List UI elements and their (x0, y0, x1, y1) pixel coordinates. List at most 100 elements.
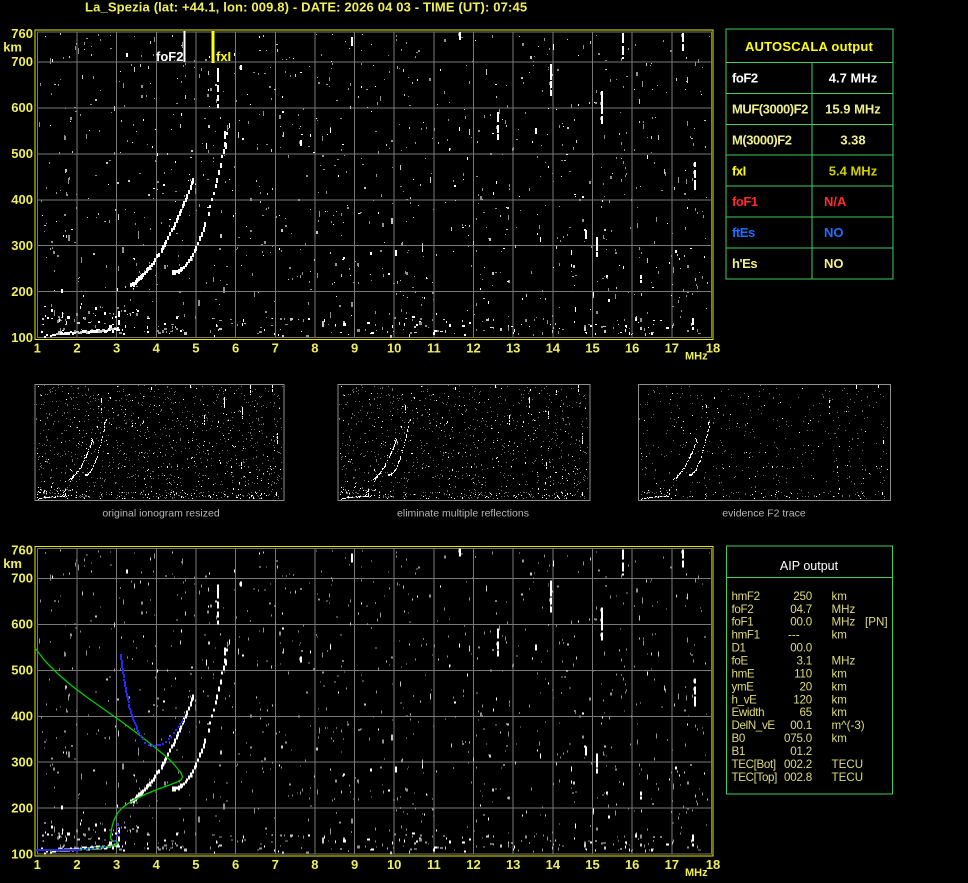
svg-text:D1: D1 (732, 642, 746, 655)
svg-text:600: 600 (11, 100, 33, 115)
svg-text:002.8: 002.8 (784, 771, 812, 784)
svg-text:04.7: 04.7 (790, 603, 812, 616)
svg-text:AUTOSCALA output: AUTOSCALA output (745, 39, 874, 54)
svg-text:MHz: MHz (832, 655, 856, 668)
svg-text:MHz: MHz (832, 603, 856, 616)
svg-text:h'Es: h'Es (732, 256, 757, 271)
svg-text:foF2: foF2 (732, 603, 754, 616)
svg-text:15.9 MHz: 15.9 MHz (825, 102, 881, 117)
svg-text:6: 6 (232, 341, 239, 356)
svg-text:TEC[Top]: TEC[Top] (732, 771, 778, 784)
svg-text:65: 65 (800, 706, 813, 719)
svg-text:NO: NO (824, 225, 844, 240)
svg-text:14: 14 (546, 341, 561, 356)
svg-text:DelN_vE: DelN_vE (732, 719, 776, 732)
svg-text:3: 3 (113, 341, 120, 356)
svg-text:9: 9 (351, 857, 358, 872)
svg-text:400: 400 (11, 709, 33, 724)
svg-text:km: km (832, 732, 847, 745)
svg-text:hmF2: hmF2 (732, 590, 760, 603)
svg-text:h_vE: h_vE (732, 693, 758, 706)
svg-text:3: 3 (113, 857, 120, 872)
svg-text:16: 16 (625, 341, 639, 356)
svg-text:100: 100 (11, 846, 33, 861)
svg-text:7: 7 (272, 857, 279, 872)
svg-text:11: 11 (427, 341, 441, 356)
svg-text:hmF1: hmF1 (732, 629, 760, 642)
svg-text:700: 700 (11, 54, 33, 69)
svg-text:17: 17 (665, 341, 679, 356)
svg-text:eliminate multiple reflections: eliminate multiple reflections (397, 508, 529, 520)
svg-text:600: 600 (11, 617, 33, 632)
svg-text:km: km (832, 706, 847, 719)
svg-text:3.1: 3.1 (796, 655, 812, 668)
svg-text:TECU: TECU (832, 758, 864, 771)
svg-text:13: 13 (506, 341, 520, 356)
svg-text:---: --- (788, 629, 800, 642)
svg-text:fxI: fxI (216, 49, 231, 64)
svg-text:km: km (832, 680, 847, 693)
svg-text:4: 4 (153, 341, 161, 356)
svg-text:9: 9 (351, 341, 358, 356)
svg-text:evidence F2 trace: evidence F2 trace (722, 508, 806, 520)
svg-text:km: km (832, 667, 847, 680)
svg-text:10: 10 (387, 341, 401, 356)
svg-text:00.0: 00.0 (790, 616, 812, 629)
svg-text:00.0: 00.0 (790, 642, 812, 655)
svg-text:MUF(3000)F2: MUF(3000)F2 (732, 102, 808, 117)
svg-text:11: 11 (427, 857, 441, 872)
svg-text:km: km (832, 629, 847, 642)
svg-text:foF1: foF1 (732, 194, 758, 209)
svg-text:2: 2 (73, 857, 80, 872)
svg-text:10: 10 (387, 857, 401, 872)
svg-text:5: 5 (192, 857, 199, 872)
svg-text:075.0: 075.0 (784, 732, 812, 745)
svg-text:300: 300 (11, 754, 33, 769)
svg-text:m^(-3): m^(-3) (832, 719, 865, 732)
svg-text:MHz: MHz (685, 351, 708, 363)
svg-text:NO: NO (824, 256, 844, 271)
svg-text:3.38: 3.38 (840, 132, 865, 147)
svg-text:5: 5 (192, 341, 199, 356)
svg-text:17: 17 (665, 857, 679, 872)
svg-text:100: 100 (11, 330, 33, 345)
svg-text:7: 7 (272, 341, 279, 356)
svg-text:110: 110 (794, 667, 812, 680)
svg-text:002.2: 002.2 (784, 758, 812, 771)
svg-text:13: 13 (506, 857, 520, 872)
svg-text:8: 8 (311, 857, 318, 872)
svg-text:400: 400 (11, 192, 33, 207)
svg-text:8: 8 (311, 341, 318, 356)
svg-text:[PN]: [PN] (865, 616, 888, 629)
svg-text:foE: foE (732, 655, 749, 668)
svg-text:20: 20 (800, 680, 813, 693)
svg-text:200: 200 (11, 800, 33, 815)
svg-text:15: 15 (585, 341, 599, 356)
svg-text:5.4 MHz: 5.4 MHz (829, 163, 878, 178)
svg-text:La_Spezia (lat: +44.1, lon: 00: La_Spezia (lat: +44.1, lon: 009.8) - DAT… (85, 0, 527, 15)
svg-text:300: 300 (11, 238, 33, 253)
svg-text:M(3000)F2: M(3000)F2 (732, 132, 792, 147)
svg-text:km: km (3, 39, 22, 54)
svg-text:hmE: hmE (732, 667, 755, 680)
svg-text:18: 18 (706, 341, 720, 356)
svg-text:1: 1 (34, 857, 41, 872)
svg-text:TECU: TECU (832, 771, 864, 784)
svg-text:TEC[Bot]: TEC[Bot] (732, 758, 776, 771)
svg-text:500: 500 (11, 663, 33, 678)
svg-text:200: 200 (11, 284, 33, 299)
svg-text:18: 18 (706, 857, 720, 872)
svg-text:500: 500 (11, 146, 33, 161)
svg-text:foF1: foF1 (732, 616, 754, 629)
svg-text:fxI: fxI (732, 163, 746, 178)
svg-text:4: 4 (153, 857, 161, 872)
svg-text:B1: B1 (732, 745, 745, 758)
svg-text:15: 15 (585, 857, 599, 872)
svg-text:km: km (832, 693, 847, 706)
svg-text:1: 1 (34, 341, 41, 356)
svg-text:250: 250 (793, 590, 812, 603)
svg-text:km: km (3, 556, 22, 571)
svg-text:00.1: 00.1 (790, 719, 812, 732)
svg-text:16: 16 (625, 857, 639, 872)
svg-text:N/A: N/A (824, 194, 847, 209)
